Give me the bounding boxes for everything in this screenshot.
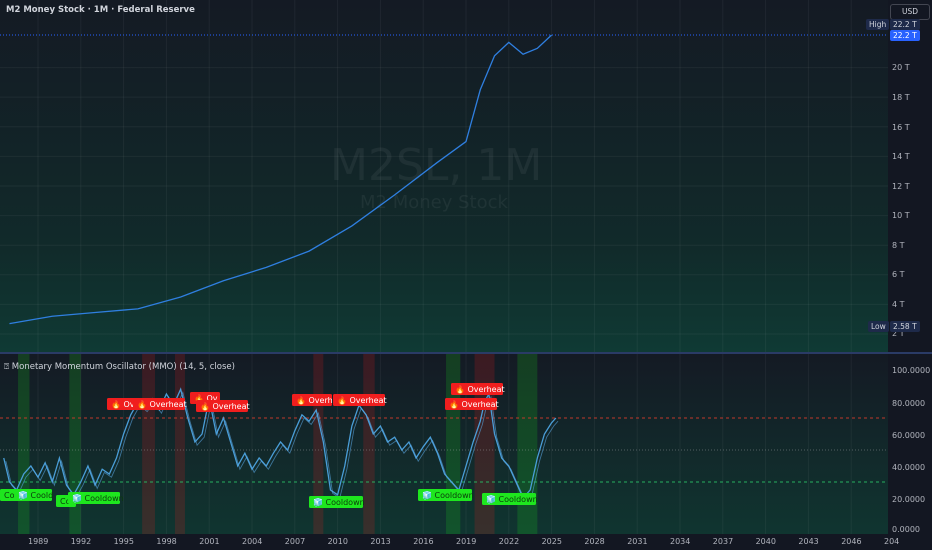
axis-tick: 18 T bbox=[892, 93, 910, 102]
time-tick: 1995 bbox=[113, 537, 134, 546]
time-tick: 204 bbox=[884, 537, 900, 546]
axis-tick: 8 T bbox=[892, 241, 905, 250]
axis-tick: 20 T bbox=[892, 63, 910, 72]
time-tick: 2028 bbox=[584, 537, 605, 546]
time-tick: 2046 bbox=[841, 537, 862, 546]
overheat-signal: 🔥 Overheat bbox=[451, 383, 505, 395]
time-axis[interactable]: 1989 1992 1995 1998 2001 2004 2007 2010 2013 2016… bbox=[0, 534, 932, 550]
signal-text: 🔥 Overheat bbox=[137, 399, 187, 409]
main-price-axis[interactable]: 20 T 18 T 16 T 14 T 12 T 10 T 8 T 6 T 4 … bbox=[888, 0, 932, 352]
signal-text: 🔥 Overheat bbox=[337, 395, 387, 405]
cooldown-signal: 🧊 Cooldown bbox=[482, 493, 538, 505]
overheat-signal: 🔥 Ov bbox=[107, 398, 137, 410]
overheat-zone bbox=[363, 354, 375, 534]
signal-text: 🧊 Coold bbox=[18, 490, 53, 500]
time-tick: 2019 bbox=[456, 537, 477, 546]
cooldown-signal: 🧊 Coold bbox=[14, 489, 53, 501]
overheat-signal: 🔥 Overheat bbox=[196, 400, 250, 412]
signal-text: 🔥 Overheat bbox=[449, 399, 499, 409]
m2-series-line bbox=[9, 34, 553, 325]
last-price-label: 22.2 T bbox=[890, 30, 920, 41]
signal-text: 🧊 Cooldown bbox=[313, 497, 365, 507]
overheat-zone bbox=[474, 354, 495, 534]
osc-axis-tick: 40.0000 bbox=[892, 463, 926, 472]
axis-tick: 6 T bbox=[892, 270, 905, 279]
axis-tick: 16 T bbox=[892, 123, 910, 132]
overheat-signal: 🔥 Overheat bbox=[445, 398, 499, 410]
axis-tick: 10 T bbox=[892, 211, 910, 220]
time-tick: 2025 bbox=[541, 537, 562, 546]
time-tick: 2022 bbox=[498, 537, 520, 546]
low-value: 2.58 T bbox=[890, 321, 920, 332]
cooldown-signal: 🧊 Cooldown bbox=[418, 489, 474, 501]
osc-axis-tick: 100.0000 bbox=[892, 366, 931, 375]
signal-text: 🧊 Cooldown bbox=[422, 490, 474, 500]
osc-axis-tick: 0.0000 bbox=[892, 525, 920, 534]
time-tick: 2040 bbox=[755, 537, 776, 546]
osc-axis-tick: 80.0000 bbox=[892, 399, 926, 408]
mmo-oscillator-chart: 🔥 Ov 🔥 Overheat🔥 Ov🔥 Overheat🔥 Overh 🔥 Ove… bbox=[0, 354, 895, 534]
signal-text: 🔥 Ov bbox=[111, 399, 135, 409]
osc-axis-tick: 20.0000 bbox=[892, 495, 926, 504]
high-label: High bbox=[866, 19, 890, 30]
time-tick: 1992 bbox=[70, 537, 92, 546]
time-tick: 2043 bbox=[798, 537, 819, 546]
time-tick: 2031 bbox=[627, 537, 648, 546]
axis-tick: 12 T bbox=[892, 182, 910, 191]
overheat-signal: 🔥 Overheat bbox=[333, 394, 387, 406]
cooldown-zone bbox=[18, 354, 30, 534]
oscillator-title[interactable]: ⍰ Monetary Momentum Oscillator (MMO) (14… bbox=[4, 362, 235, 372]
signal-text: 🧊 Cooldown bbox=[486, 494, 538, 504]
axis-tick: 4 T bbox=[892, 300, 905, 309]
main-chart-pane[interactable]: M2 Money Stock · 1M · Federal Reserve M2… bbox=[0, 0, 895, 352]
signal-text: 🔥 Overh bbox=[296, 395, 333, 405]
oscillator-pane[interactable]: 🔥 Ov 🔥 Overheat 🔥 Ov 🔥 Overheat 🔥 Overh 🔥 Ove… bbox=[0, 354, 895, 534]
cooldown-signal: 🧊 Cooldown bbox=[68, 492, 124, 504]
osc-axis-tick: 60.0000 bbox=[892, 431, 926, 440]
signal-text: Co bbox=[4, 491, 15, 500]
cooldown-zone bbox=[517, 354, 538, 534]
time-tick: 2004 bbox=[242, 537, 263, 546]
signal-text: 🔥 Overheat bbox=[455, 384, 505, 394]
currency-button[interactable]: USD bbox=[890, 4, 930, 20]
time-tick: 2013 bbox=[370, 537, 391, 546]
cooldown-signal: 🧊 Cooldown bbox=[309, 496, 365, 508]
signal-text: 🔥 Overheat bbox=[200, 401, 250, 411]
m2-line-chart bbox=[0, 0, 895, 352]
time-tick: 2001 bbox=[199, 537, 220, 546]
time-tick: 1998 bbox=[156, 537, 177, 546]
time-tick: 2007 bbox=[284, 537, 306, 546]
overheat-zone bbox=[174, 354, 185, 534]
low-label: Low bbox=[868, 321, 889, 332]
time-tick: 2037 bbox=[712, 537, 734, 546]
time-tick: 2010 bbox=[327, 537, 348, 546]
overheat-zone bbox=[142, 354, 155, 534]
axis-tick: 14 T bbox=[892, 152, 910, 161]
time-tick: 2016 bbox=[413, 537, 434, 546]
time-tick: 1989 bbox=[28, 537, 49, 546]
high-value: 22.2 T bbox=[890, 19, 920, 30]
signal-text: 🧊 Cooldown bbox=[72, 493, 124, 503]
overheat-signal: 🔥 Overh bbox=[292, 394, 333, 406]
time-tick: 2034 bbox=[670, 537, 691, 546]
cooldown-zone bbox=[446, 354, 461, 534]
overheat-signal: 🔥 Overheat bbox=[133, 398, 187, 410]
oscillator-axis[interactable]: 100.0000 80.0000 60.0000 40.0000 20.0000… bbox=[888, 354, 932, 534]
